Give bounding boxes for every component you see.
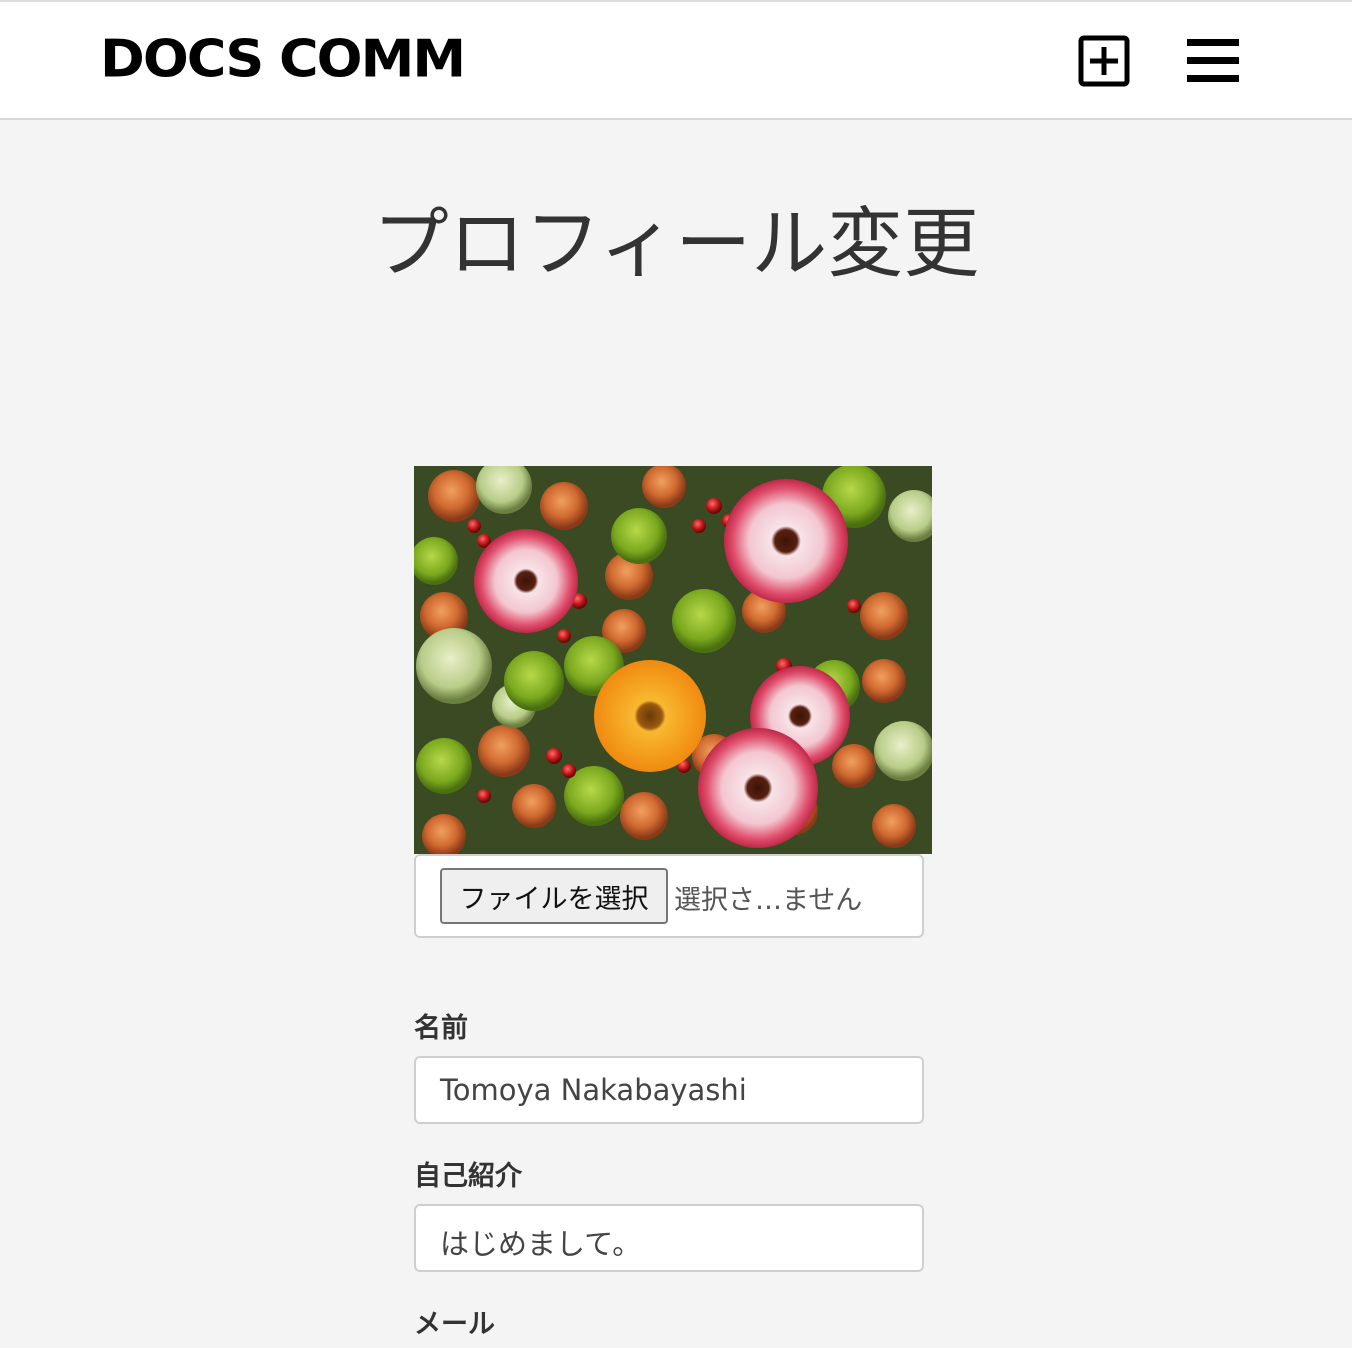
hamburger-menu-icon xyxy=(1187,39,1239,82)
name-field[interactable]: Tomoya Nakabayashi xyxy=(414,1056,924,1124)
site-header: DOCS COMM xyxy=(0,2,1352,120)
site-logo[interactable]: DOCS COMM xyxy=(100,32,466,87)
name-field-value: Tomoya Nakabayashi xyxy=(440,1073,747,1107)
plus-square-icon xyxy=(1078,35,1130,87)
bio-field[interactable]: はじめまして。 xyxy=(414,1204,924,1272)
page-title: プロフィール変更 xyxy=(372,199,980,288)
new-post-button[interactable] xyxy=(1077,34,1131,88)
email-label: メール xyxy=(414,1309,495,1340)
profile-image xyxy=(414,466,932,854)
flower-bouquet-image xyxy=(414,466,932,854)
file-input-box[interactable]: ファイルを選択 選択さ…ません xyxy=(414,854,924,938)
bio-field-value: はじめまして。 xyxy=(440,1227,642,1261)
menu-button[interactable] xyxy=(1187,38,1239,84)
bio-label: 自己紹介 xyxy=(414,1161,522,1192)
name-label: 名前 xyxy=(414,1013,468,1044)
choose-file-button[interactable]: ファイルを選択 xyxy=(440,868,668,924)
file-status-text: 選択さ…ません xyxy=(674,885,863,916)
